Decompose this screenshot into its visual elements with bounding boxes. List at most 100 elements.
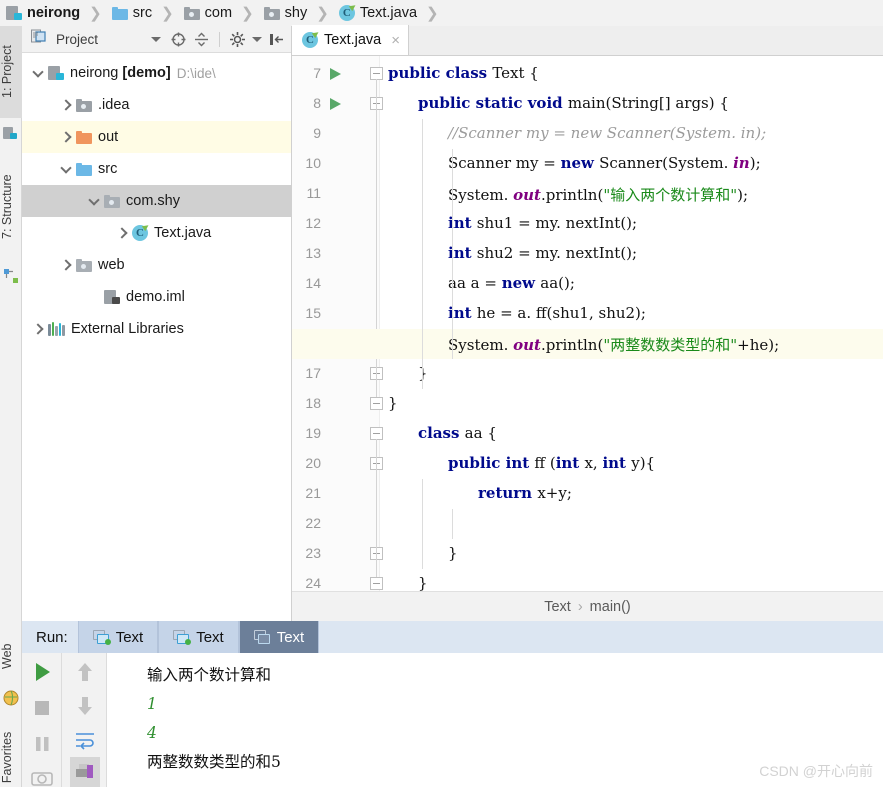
locate-icon[interactable] (170, 31, 187, 48)
chevron-right-icon: ❯ (89, 5, 102, 22)
code-line[interactable]: } (292, 574, 883, 591)
breadcrumb-item-label: src (132, 5, 153, 21)
tree-row[interactable]: web (22, 249, 291, 281)
code-line[interactable]: System. out.println("两整数数类型的和"+he); (292, 334, 883, 364)
breadcrumb-item-shy[interactable]: shy ❯ (258, 0, 333, 26)
breadcrumb-item-src[interactable]: src ❯ (106, 0, 178, 26)
code-line[interactable] (292, 514, 883, 544)
rerun-button[interactable] (27, 657, 57, 687)
indent-guide (422, 119, 423, 389)
code-token: System. (448, 336, 514, 354)
editor-tab-text-java[interactable]: C Text.java × (292, 25, 409, 55)
iml-file-icon (104, 290, 120, 304)
tree-row[interactable]: C Text.java (22, 217, 291, 249)
project-panel-header: Project (22, 26, 291, 53)
tree-row[interactable]: out (22, 121, 291, 153)
folder-gray-icon (183, 6, 200, 20)
tree-row-label: External Libraries (71, 321, 184, 337)
code-line[interactable]: public static void main(String[] args) { (292, 94, 883, 124)
chevron-down-icon[interactable] (30, 65, 46, 81)
left-tool-window-strip: 1: Project 7: Structure Web 2: Favorites (0, 26, 22, 787)
breadcrumb-class[interactable]: Text (544, 599, 571, 615)
code-line[interactable]: int shu2 = my. nextInt(); (292, 244, 883, 274)
settings-gear-icon[interactable] (229, 31, 246, 48)
chevron-right-icon[interactable] (58, 129, 74, 145)
code-line[interactable]: public class Text { (292, 64, 883, 94)
code-token: System. (448, 186, 514, 204)
run-toolbar-secondary (62, 653, 107, 787)
folder-orange-icon (76, 130, 92, 144)
tree-row[interactable]: com.shy (22, 185, 291, 217)
code-token: public (388, 64, 446, 82)
code-line[interactable]: } (292, 394, 883, 424)
run-config-icon (253, 630, 271, 644)
ide-window: neirong ❯ src ❯ com ❯ shy ❯ C Text.java ❯ 1: Proje… (0, 0, 883, 787)
sidebar-item-favorites[interactable]: 2: Favorites (0, 716, 22, 787)
folder-package-icon (76, 258, 92, 272)
up-arrow-button[interactable] (70, 657, 100, 687)
toolbar-divider (219, 31, 220, 47)
tree-row[interactable]: demo.iml (22, 281, 291, 313)
project-view-dropdown-icon[interactable] (147, 31, 164, 48)
code-line[interactable]: //Scanner my = new Scanner(System. in); (292, 124, 883, 154)
code-line[interactable]: Scanner my = new Scanner(System. in); (292, 154, 883, 184)
project-panel-title: Project (56, 31, 99, 47)
code-line[interactable]: aa a = new aa(); (292, 274, 883, 304)
chevron-down-icon[interactable] (58, 161, 74, 177)
java-class-icon: C (338, 2, 357, 21)
run-tab[interactable]: Text (158, 621, 239, 653)
code-line[interactable]: } (292, 544, 883, 574)
code-line[interactable]: int shu1 = my. nextInt(); (292, 214, 883, 244)
camera-button[interactable] (27, 763, 57, 787)
chevron-right-icon[interactable] (58, 97, 74, 113)
down-arrow-button[interactable] (70, 691, 100, 721)
code-token: //Scanner my = new Scanner(System. in); (448, 124, 767, 142)
hide-panel-icon[interactable] (268, 31, 285, 48)
print-button[interactable] (70, 757, 100, 787)
folder-package-icon (104, 194, 120, 208)
collapse-all-icon[interactable] (193, 31, 210, 48)
stop-button[interactable] (27, 693, 57, 723)
breadcrumb-item-com[interactable]: com ❯ (178, 0, 258, 26)
tree-row[interactable]: src (22, 153, 291, 185)
code-token: .println( (540, 186, 604, 204)
tree-row-label: Text.java (154, 225, 212, 241)
chevron-right-icon[interactable] (30, 321, 46, 337)
tree-row-label: com.shy (126, 193, 180, 209)
code-editor[interactable]: 78910111213141516171819202122232425 publ… (292, 56, 883, 591)
project-tree[interactable]: neirong [demo] D:\ide\ .idea out src com.shy C… (22, 53, 291, 621)
sidebar-item-project[interactable]: 1: Project (0, 26, 22, 118)
run-tab-active[interactable]: Text (238, 621, 320, 653)
soft-wrap-button[interactable] (70, 725, 100, 755)
code-token: public (448, 454, 506, 472)
tree-row[interactable]: neirong [demo] D:\ide\ (22, 57, 291, 89)
sidebar-item-structure[interactable]: 7: Structure (0, 154, 22, 260)
sidebar-item-web-label: Web (0, 643, 14, 669)
sidebar-item-web[interactable]: Web (0, 626, 22, 686)
run-label: Run: (36, 628, 68, 646)
code-line[interactable]: public int ff (int x, int y){ (292, 454, 883, 484)
code-line[interactable]: System. out.println("输入两个数计算和"); (292, 184, 883, 214)
tree-row[interactable]: .idea (22, 89, 291, 121)
breadcrumb-item-text-java[interactable]: C Text.java ❯ (333, 0, 443, 26)
chevron-right-icon[interactable] (114, 225, 130, 241)
tree-row-path: D:\ide\ (176, 65, 216, 81)
breadcrumb-method[interactable]: main() (590, 599, 631, 615)
code-token: out (513, 336, 541, 354)
module-icon (6, 6, 22, 20)
chevron-right-icon[interactable] (58, 257, 74, 273)
breadcrumb-item-label: neirong (27, 5, 81, 21)
run-tab[interactable]: Text (77, 621, 159, 653)
breadcrumb-item-neirong[interactable]: neirong ❯ (0, 0, 106, 26)
code-line[interactable]: } (292, 364, 883, 394)
pause-button[interactable] (27, 729, 57, 759)
chevron-down-icon[interactable] (86, 193, 102, 209)
code-line[interactable]: class aa { (292, 424, 883, 454)
code-line[interactable]: return x+y; (292, 484, 883, 514)
settings-dropdown-caret-icon[interactable] (252, 31, 262, 48)
close-icon[interactable]: × (391, 32, 400, 49)
code-token: shu1 = my. nextInt(); (476, 214, 638, 232)
project-strip-icon (3, 126, 19, 142)
code-token: y){ (631, 454, 656, 472)
tree-row[interactable]: External Libraries (22, 313, 291, 345)
